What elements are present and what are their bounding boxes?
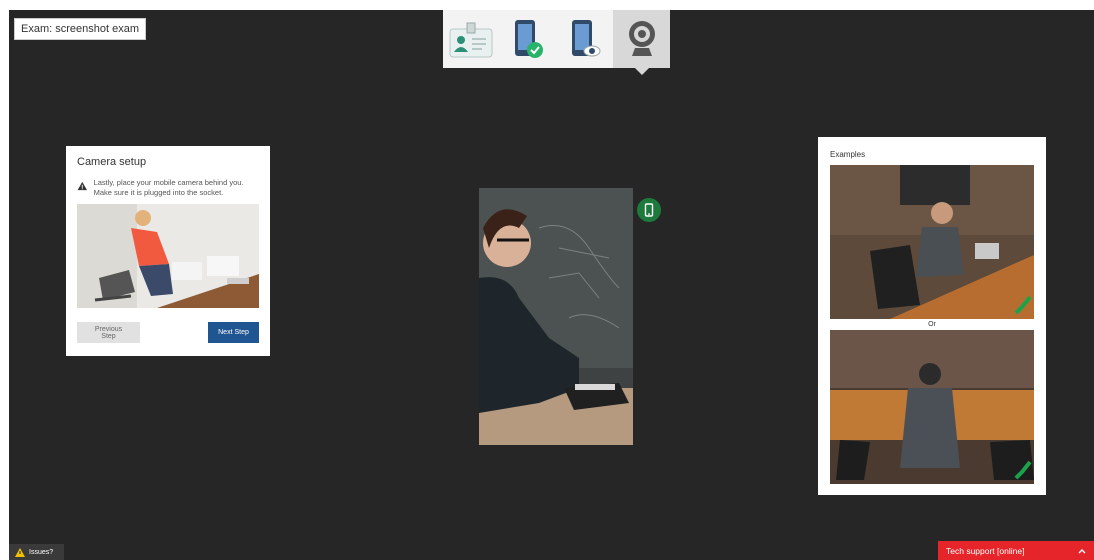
previous-step-button[interactable]: Previous Step bbox=[77, 322, 140, 343]
next-step-button[interactable]: Next Step bbox=[208, 322, 259, 343]
chevron-up-icon bbox=[1078, 548, 1086, 553]
mobile-icon bbox=[644, 203, 654, 217]
issues-label: Issues? bbox=[29, 548, 54, 556]
id-card-icon bbox=[449, 22, 493, 58]
camera-feed-video bbox=[479, 188, 633, 445]
setup-illustration-photo bbox=[77, 204, 259, 308]
setup-title: Camera setup bbox=[77, 156, 147, 168]
webcam-icon bbox=[628, 21, 655, 56]
mobile-connected-badge bbox=[637, 198, 661, 222]
step-progress-bar bbox=[443, 10, 670, 75]
warning-icon bbox=[15, 547, 25, 557]
mobile-check-icon bbox=[515, 20, 544, 58]
example-photo-back-view bbox=[830, 330, 1034, 484]
exam-label: Exam: screenshot exam bbox=[14, 18, 146, 40]
examples-title: Examples bbox=[830, 150, 866, 159]
step-mobile-check bbox=[500, 10, 557, 68]
example-photo-side-view bbox=[830, 165, 1034, 319]
step-id-card bbox=[443, 10, 500, 68]
setup-instruction: Lastly, place your mobile camera behind … bbox=[93, 178, 244, 197]
tech-support-button[interactable]: Tech support [online] bbox=[938, 541, 1094, 560]
step-webcam bbox=[613, 10, 670, 75]
examples-or-label: Or bbox=[928, 321, 936, 328]
issues-button[interactable]: Issues? bbox=[9, 544, 64, 560]
tech-support-label: Tech support [online] bbox=[946, 545, 1025, 556]
camera-setup-card: Camera setup Lastly, place your mobile c… bbox=[66, 146, 270, 356]
warning-icon bbox=[77, 181, 87, 191]
setup-instruction-row: Lastly, place your mobile camera behind … bbox=[77, 178, 259, 198]
examples-panel: Examples Or bbox=[818, 137, 1046, 495]
step-mobile-eye bbox=[557, 10, 614, 68]
setup-button-row: Previous Step Next Step bbox=[77, 322, 259, 343]
mobile-eye-icon bbox=[571, 20, 601, 57]
